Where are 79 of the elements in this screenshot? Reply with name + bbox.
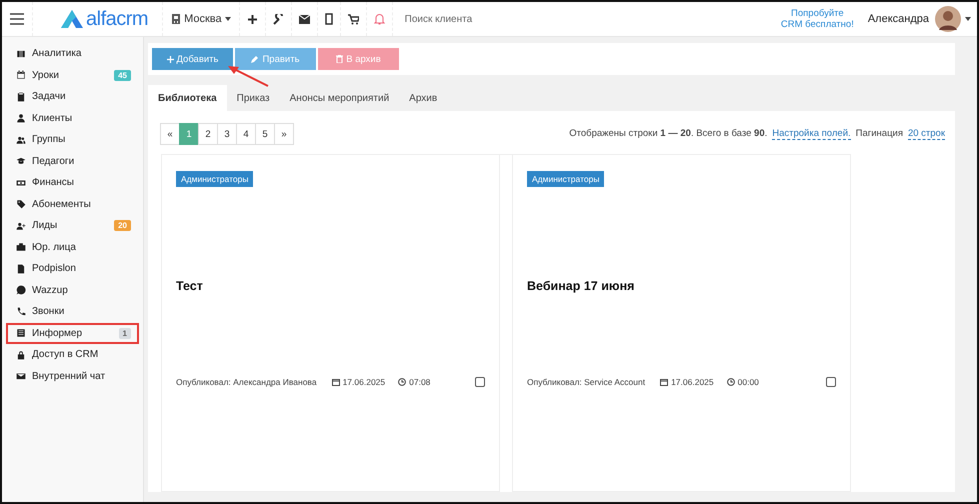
post-time: 07:08 bbox=[409, 377, 430, 387]
rows-per-page-link[interactable]: 20 строк bbox=[908, 128, 945, 140]
caret-icon[interactable] bbox=[965, 17, 971, 21]
post-card[interactable]: Администраторы Вебинар 17 июня Опубликовал: Service Account 17.06.2025 00:00 bbox=[512, 155, 851, 492]
sidebar-icon bbox=[16, 178, 26, 188]
page-button[interactable]: 5 bbox=[255, 123, 275, 145]
checkbox[interactable] bbox=[475, 377, 485, 387]
fields-settings-link[interactable]: Настройка полей. bbox=[772, 128, 851, 140]
calendar-icon bbox=[332, 378, 340, 386]
post-date: 17.06.2025 bbox=[671, 377, 714, 387]
sidebar-icon bbox=[16, 285, 26, 296]
tab[interactable]: Архив bbox=[399, 85, 448, 111]
tab[interactable]: Анонсы мероприятий bbox=[280, 85, 400, 111]
sidebar-icon bbox=[16, 199, 26, 210]
arrow-annotation bbox=[228, 65, 270, 87]
promo-link[interactable]: Попробуйте CRM бесплатно! bbox=[780, 8, 854, 30]
post-title: Тест bbox=[176, 279, 204, 293]
group-tag: Администраторы bbox=[176, 171, 254, 187]
sidebar-icon bbox=[16, 113, 26, 124]
sidebar-item[interactable]: Информер 1 bbox=[6, 322, 139, 344]
sidebar-icon bbox=[16, 350, 26, 360]
sidebar-item[interactable]: Задачи bbox=[6, 86, 139, 108]
sidebar-icon bbox=[16, 328, 26, 338]
calendar-icon bbox=[660, 378, 668, 386]
clock-icon bbox=[726, 378, 735, 386]
tab[interactable]: Приказ bbox=[226, 85, 280, 111]
post-author: Опубликовал: Александра Иванова bbox=[176, 377, 317, 387]
sidebar-item[interactable]: Уроки 45 bbox=[6, 64, 139, 86]
sidebar-item[interactable]: Лиды 20 bbox=[6, 215, 139, 236]
count-badge: 45 bbox=[114, 70, 131, 81]
post-card[interactable]: Администраторы Тест Опубликовал: Александра Иванова 17.06.2025 07:08 bbox=[161, 155, 500, 492]
sidebar-icon bbox=[16, 371, 26, 382]
sidebar-item[interactable]: Абонементы bbox=[6, 194, 139, 215]
checkbox[interactable] bbox=[826, 377, 836, 387]
page-button[interactable]: » bbox=[274, 123, 294, 145]
plus-icon bbox=[166, 56, 174, 62]
sidebar-item[interactable]: Аналитика bbox=[6, 43, 139, 64]
building-icon bbox=[171, 13, 182, 25]
sidebar-item[interactable]: Группы bbox=[6, 129, 139, 150]
page-button[interactable]: 3 bbox=[217, 123, 237, 145]
sidebar-icon bbox=[16, 92, 26, 102]
sidebar-item[interactable]: Педагоги bbox=[6, 150, 139, 172]
sidebar-item[interactable]: Внутренний чат bbox=[6, 366, 139, 387]
sidebar-icon bbox=[16, 48, 26, 59]
clock-icon bbox=[398, 378, 406, 386]
sidebar-icon bbox=[16, 264, 26, 274]
user-name[interactable]: Александра bbox=[868, 13, 929, 25]
branch-dropdown[interactable]: Москва bbox=[163, 2, 240, 36]
sidebar-icon bbox=[16, 220, 26, 231]
count-badge: 20 bbox=[114, 220, 131, 232]
post-author: Опубликовал: Service Account bbox=[527, 377, 646, 387]
post-title: Вебинар 17 июня bbox=[527, 279, 636, 293]
sidebar-icon bbox=[16, 70, 26, 80]
pencil-icon bbox=[251, 55, 260, 63]
page-button[interactable]: 2 bbox=[198, 123, 218, 145]
avatar[interactable] bbox=[935, 6, 961, 32]
tab[interactable]: Библиотека bbox=[148, 85, 227, 111]
pagination-label: Пагинация bbox=[856, 128, 903, 140]
sidebar-item[interactable]: Wazzup bbox=[6, 280, 139, 301]
sidebar-item[interactable]: Доступ в CRM bbox=[6, 344, 139, 366]
caret-icon bbox=[224, 17, 231, 21]
rows-info: Отображены строки 1 — 20. Всего в базе 90. bbox=[569, 128, 768, 140]
page-button[interactable]: 4 bbox=[236, 123, 256, 145]
sidebar-item[interactable]: Финансы bbox=[6, 172, 139, 194]
logo[interactable]: alfacrm bbox=[86, 8, 148, 30]
sidebar-item[interactable]: Юр. лица bbox=[6, 236, 139, 258]
group-tag: Администраторы bbox=[527, 171, 604, 187]
sidebar-icon bbox=[16, 156, 26, 166]
trash-icon bbox=[336, 55, 344, 63]
sidebar-icon bbox=[16, 242, 26, 252]
post-time: 00:00 bbox=[738, 377, 759, 387]
sidebar-item[interactable]: Звонки bbox=[6, 301, 139, 322]
count-badge: 1 bbox=[118, 328, 131, 339]
sidebar-icon bbox=[16, 134, 26, 145]
logo-icon bbox=[61, 10, 83, 28]
sidebar-item[interactable]: Клиенты bbox=[6, 108, 139, 129]
sidebar-icon bbox=[16, 306, 26, 317]
post-date: 17.06.2025 bbox=[342, 377, 386, 387]
sidebar-item[interactable]: Podpislon bbox=[6, 258, 139, 280]
